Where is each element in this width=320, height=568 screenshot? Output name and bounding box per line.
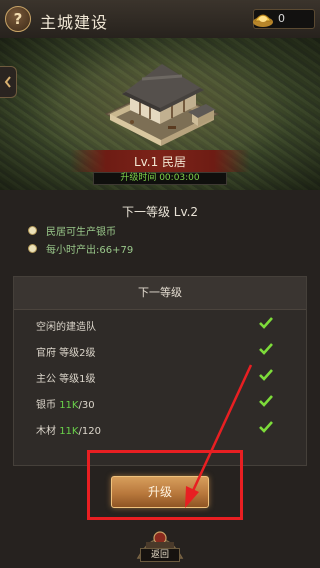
requirement-label: 空闲的建造队 [36,322,96,333]
help-button[interactable]: ? [5,6,31,32]
top-bar: ? 主城建设 0 [0,0,320,39]
help-icon: ? [13,10,23,28]
gold-ingot-icon [253,14,273,27]
check-icon [259,395,273,407]
resource-required-value: /30 [78,400,95,411]
info-panel: 下一等级 Lv.2 民居可生产银币 每小时产出:66+79 下一等级 空闲的建造… [0,190,320,568]
resource-current-value: 11K [59,400,79,411]
page-title: 主城建设 [40,13,109,32]
requirement-label: 银币 11K/30 [36,400,95,411]
requirement-row: 银币 11K/30 [14,390,306,416]
highlight-box [87,450,243,520]
upgrade-time-text: 升级时间 00:03:00 [93,172,227,185]
benefit-item: 每小时产出:66+79 [28,241,133,256]
requirement-label: 木材 11K/120 [36,426,101,437]
requirement-label: 主公 等级1级 [36,374,96,385]
requirement-row: 空闲的建造队 [14,312,306,338]
next-level-title: 下一等级 Lv.2 [121,205,199,219]
resource-required-value: /120 [78,426,101,437]
building-scene: Lv.1 民居 升级时间 00:03:00 [0,38,320,190]
benefit-text: 民居可生产银币 [46,227,116,238]
check-icon [259,369,273,381]
benefit-text: 每小时产出:66+79 [46,245,134,256]
requirement-label: 官府 等级2级 [36,348,96,359]
chevron-left-icon [4,76,11,88]
resource-current-value: 11K [59,426,79,437]
requirement-row: 木材 11K/120 [14,416,306,442]
gold-value: 0 [278,12,285,25]
requirements-box: 下一等级 空闲的建造队 官府 等级2级 主公 等级1级 银币 11K/30 木材… [13,276,307,466]
check-icon [259,317,273,329]
gold-counter[interactable]: 0 [253,9,315,29]
residence-building-icon [104,64,220,146]
bullet-icon [28,226,37,235]
check-icon [259,343,273,355]
benefit-item: 民居可生产银币 [28,223,116,238]
side-expand-tab[interactable] [0,66,17,98]
requirements-header: 下一等级 [14,277,306,310]
bullet-icon [28,244,37,253]
requirement-row: 主公 等级1级 [14,364,306,390]
requirement-row: 官府 等级2级 [14,338,306,364]
building-level-label: Lv.1 民居 [70,150,250,172]
return-button[interactable]: 返回 [140,548,180,562]
check-icon [259,421,273,433]
